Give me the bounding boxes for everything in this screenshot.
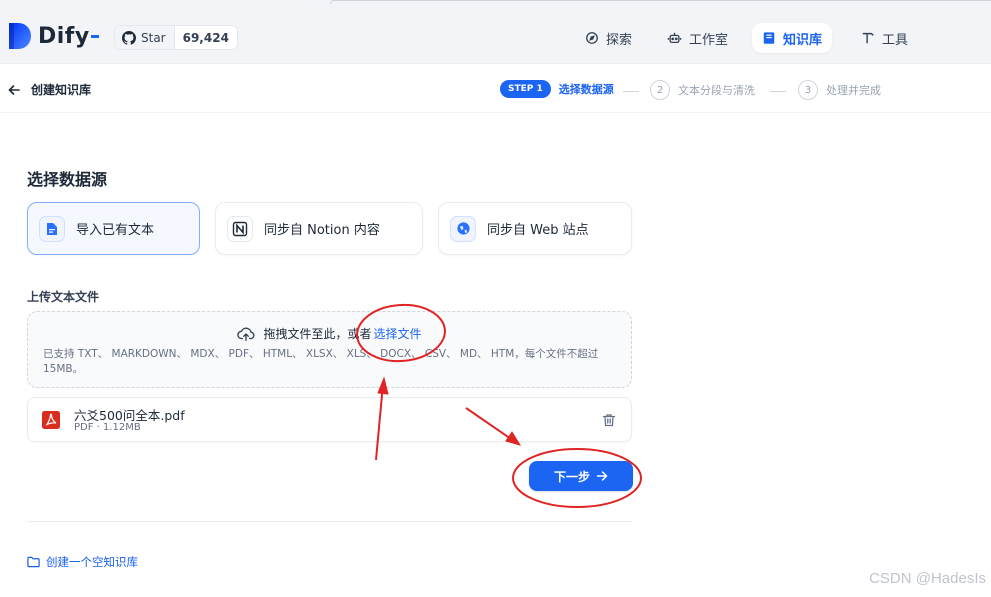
step-1: STEP 1 选择数据源: [500, 80, 614, 98]
nav-tools-label: 工具: [882, 32, 909, 48]
back-button[interactable]: 创建知识库: [8, 81, 91, 98]
compass-icon: [586, 32, 598, 44]
step-3-number: 3: [798, 80, 818, 100]
github-star-button[interactable]: Star 69,424: [114, 25, 238, 50]
step-2-number: 2: [650, 80, 670, 100]
source-option-web[interactable]: 同步自 Web 站点: [438, 202, 632, 255]
window-edge: [330, 0, 991, 4]
nav-explore[interactable]: 探索: [575, 23, 642, 53]
step-3-label: 处理并完成: [826, 84, 881, 97]
step-2: 2 文本分段与清洗: [650, 80, 755, 100]
file-meta: PDF · 1.12MB: [74, 422, 141, 433]
step-1-badge: STEP 1: [500, 80, 551, 98]
step-2-label: 文本分段与清洗: [678, 84, 755, 97]
nav-knowledge-label: 知识库: [783, 32, 823, 48]
book-icon: [763, 32, 775, 44]
github-star-label-area[interactable]: Star: [115, 26, 175, 49]
github-star-count: 69,424: [174, 26, 237, 49]
document-icon: [39, 215, 65, 242]
notion-icon: [227, 215, 253, 242]
trash-icon: [602, 414, 616, 427]
watermark: CSDN @HadesIs: [869, 570, 986, 587]
nav-explore-label: 探索: [606, 32, 633, 48]
delete-file-button[interactable]: [602, 412, 616, 431]
arrow-right-icon: [596, 471, 608, 481]
step-separator: [770, 91, 786, 92]
browse-files-link[interactable]: 选择文件: [374, 325, 422, 342]
brand-underscore: [90, 34, 99, 38]
github-icon: [122, 30, 136, 45]
nav-knowledge[interactable]: 知识库: [752, 23, 833, 53]
step-1-label: 选择数据源: [558, 83, 614, 96]
section-title: 选择数据源: [27, 170, 108, 189]
upload-section-label: 上传文本文件: [27, 290, 100, 304]
supported-formats-hint: 已支持 TXT、 MARKDOWN、 MDX、 PDF、 HTML、 XLSX、…: [43, 348, 599, 375]
dify-logo-icon: [8, 22, 32, 50]
source-option-import-text[interactable]: 导入已有文本: [27, 202, 200, 255]
uploaded-file-item[interactable]: 六爻500问全本.pdf PDF · 1.12MB: [27, 397, 632, 442]
hammer-icon: [862, 32, 874, 44]
next-step-button[interactable]: 下一步: [529, 461, 633, 491]
source-option-notion[interactable]: 同步自 Notion 内容: [215, 202, 423, 255]
dropzone-text: 拖拽文件至此，或者: [263, 327, 372, 341]
source-option-label: 同步自 Web 站点: [487, 223, 589, 238]
create-knowledge-header: 创建知识库 STEP 1 选择数据源 2 文本分段与清洗 3 处理并完成: [0, 64, 991, 113]
robot-icon: [667, 32, 682, 44]
nav-studio-label: 工作室: [689, 32, 729, 48]
cloud-upload-icon: [237, 327, 256, 341]
next-step-label: 下一步: [553, 469, 590, 484]
pdf-file-icon: [41, 410, 61, 430]
dropzone-prompt: 拖拽文件至此，或者 选择文件: [28, 325, 631, 342]
folder-icon: [27, 556, 40, 568]
nav-tools[interactable]: 工具: [851, 23, 918, 53]
file-dropzone[interactable]: 拖拽文件至此，或者 选择文件 已支持 TXT、 MARKDOWN、 MDX、 P…: [27, 311, 632, 388]
create-empty-knowledge-label: 创建一个空知识库: [46, 555, 138, 569]
dify-logo[interactable]: Dify: [8, 22, 99, 50]
web-icon: [450, 215, 476, 242]
step-separator: [623, 91, 639, 92]
github-star-text: Star: [141, 30, 166, 45]
section-divider: [27, 521, 632, 522]
brand-name: Dify: [38, 23, 90, 49]
source-option-label: 同步自 Notion 内容: [264, 223, 380, 238]
source-option-label: 导入已有文本: [76, 223, 155, 238]
page-title: 创建知识库: [31, 83, 92, 97]
step-3: 3 处理并完成: [798, 80, 881, 100]
top-navigation-bar: Dify Star 69,424 探索 工作室 知识库 工具: [0, 0, 991, 64]
arrow-left-icon: [8, 84, 20, 95]
nav-studio[interactable]: 工作室: [657, 23, 738, 53]
create-empty-knowledge-link[interactable]: 创建一个空知识库: [27, 554, 138, 570]
